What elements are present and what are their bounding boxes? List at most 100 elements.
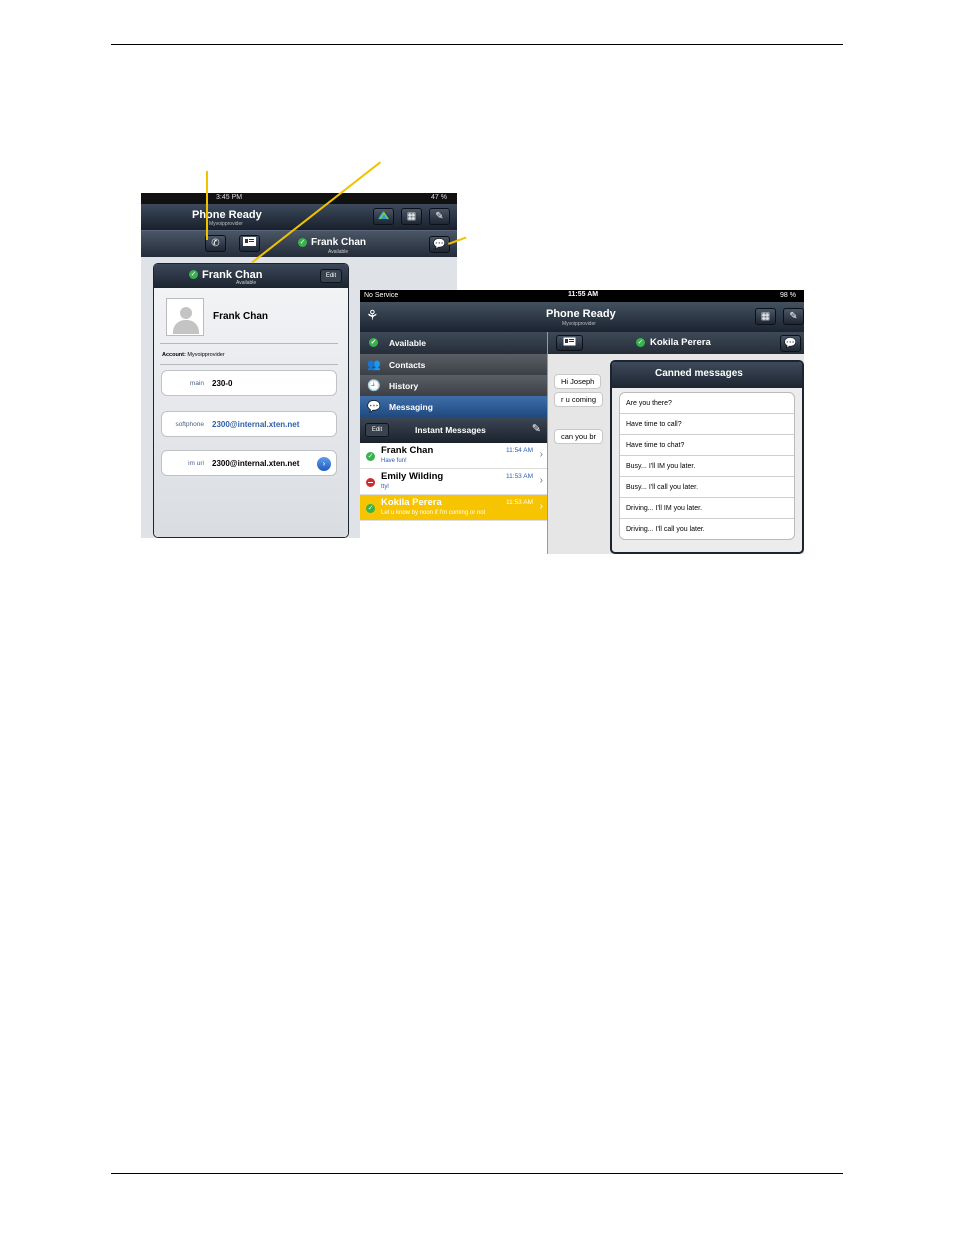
chevron-right-icon: › xyxy=(539,501,543,512)
status-battery: 47 % xyxy=(431,194,447,201)
message-preview: Have fun! xyxy=(381,458,407,464)
chat-bubble: can you br xyxy=(554,429,604,444)
account-label: Account: xyxy=(162,352,186,358)
left-pane: ✓ Available 👥 Contacts 🕘 History 💬 Messa… xyxy=(360,332,548,554)
message-sender: Frank Chan xyxy=(381,445,434,456)
edit-button[interactable]: Edit xyxy=(365,423,389,437)
keypad-icon: ▦ xyxy=(406,211,417,222)
contact-name: Frank Chan xyxy=(311,237,367,248)
app-title: Phone Ready xyxy=(546,308,616,320)
right-screenshot: No Service 11:55 AM 98 % ⚘ Phone Ready M… xyxy=(360,290,804,554)
contact-popover: ✓ Frank Chan Available Edit Frank Chan A… xyxy=(153,263,349,538)
main-number-field[interactable]: main 230-0 xyxy=(161,370,337,396)
divider xyxy=(160,343,338,344)
canned-item[interactable]: Are you there? xyxy=(620,393,794,414)
wrench-icon: ✎ xyxy=(789,311,798,322)
people-icon: 👥 xyxy=(367,359,381,371)
dialpad-button[interactable]: ▦ xyxy=(401,208,422,225)
status-battery: 98 % xyxy=(780,292,796,299)
nav-label: History xyxy=(389,381,419,391)
canned-header: Canned messages xyxy=(612,362,802,388)
chat-contact-name: Kokila Perera xyxy=(650,337,711,348)
canned-item[interactable]: Have time to chat? xyxy=(620,435,794,456)
contact-card-button[interactable] xyxy=(556,335,583,351)
chat-bar: ✓ Kokila Perera 💬 xyxy=(548,332,804,354)
message-sender: Kokila Perera xyxy=(381,497,442,508)
status-time: 11:55 AM xyxy=(568,291,599,298)
canned-messages-button[interactable]: 💬 xyxy=(780,335,801,352)
edit-button[interactable]: Edit xyxy=(320,269,342,283)
chat-bubbles-icon: 💬 xyxy=(367,401,381,413)
list-item-selected[interactable]: ✓ Kokila Perera 11:53 AM Let u know by n… xyxy=(360,495,547,521)
message-preview: Let u know by noon if I'm coming or not xyxy=(381,510,486,516)
presence-icon-button[interactable] xyxy=(373,208,394,225)
softphone-field[interactable]: softphone 2300@internal.xten.net xyxy=(161,411,337,437)
message-time: 11:53 AM xyxy=(506,473,533,480)
account-value: Myvoipprovider xyxy=(187,352,225,358)
nav-bar: ⚘ Phone Ready Myvoipprovider ▦ ✎ xyxy=(360,302,804,332)
status-bar: No Service 11:55 AM 98 % xyxy=(360,290,804,302)
canned-item[interactable]: Driving... I'll call you later. xyxy=(620,519,794,539)
wrench-icon: ✎ xyxy=(435,211,444,222)
busy-status-icon xyxy=(366,478,375,487)
chat-bubble: r u coming xyxy=(554,392,604,407)
disclosure-icon[interactable]: › xyxy=(317,457,331,471)
status-time: 3:45 PM xyxy=(216,194,243,201)
callout-line-call xyxy=(206,171,208,240)
canned-item[interactable]: Busy... I'll call you later. xyxy=(620,477,794,498)
dialpad-button[interactable]: ▦ xyxy=(755,308,776,325)
canned-item[interactable]: Have time to call? xyxy=(620,414,794,435)
compose-icon[interactable]: ✎ xyxy=(532,422,541,435)
keypad-icon: ▦ xyxy=(760,311,771,322)
chevron-right-icon: › xyxy=(539,475,543,486)
field-label: main xyxy=(189,380,204,387)
app-subtitle: Myvoipprovider xyxy=(209,221,243,227)
available-status-icon: ✓ xyxy=(366,452,375,461)
presence-row[interactable]: ✓ Available xyxy=(360,332,547,354)
account-line: Account: Myvoipprovider xyxy=(162,352,225,358)
avatar xyxy=(166,298,204,336)
canned-item[interactable]: Driving... I'll IM you later. xyxy=(620,498,794,519)
contact-toolbar: ✆ ✓ Frank Chan Available 💬 xyxy=(141,230,457,257)
available-status-icon: ✓ xyxy=(369,338,378,347)
available-status-icon: ✓ xyxy=(366,504,375,513)
contact-card-icon xyxy=(563,337,576,346)
canned-list: Are you there? Have time to call? Have t… xyxy=(619,392,795,540)
list-item[interactable]: Emily Wilding 11:53 AM ttyl › xyxy=(360,469,547,495)
popover-body: Frank Chan Account: Myvoipprovider main … xyxy=(154,288,348,537)
field-value: 2300@internal.xten.net xyxy=(212,420,300,429)
field-label: im uri xyxy=(188,460,204,467)
available-status-icon: ✓ xyxy=(636,338,645,347)
message-time: 11:53 AM xyxy=(506,499,533,506)
nav-item-messaging[interactable]: 💬 Messaging xyxy=(360,396,547,417)
chevron-right-icon: › xyxy=(539,449,543,460)
canned-title: Canned messages xyxy=(655,368,743,379)
contact-card-button[interactable] xyxy=(239,235,260,252)
call-button[interactable]: ✆ xyxy=(205,235,226,252)
nav-item-contacts[interactable]: 👥 Contacts xyxy=(360,354,547,375)
contact-card-icon xyxy=(243,237,256,246)
divider xyxy=(160,364,338,365)
available-status-icon: ✓ xyxy=(298,238,307,247)
available-status-icon: ✓ xyxy=(189,270,198,279)
popover-contact-status: Available xyxy=(236,280,257,286)
canned-messages-button[interactable]: 💬 xyxy=(429,236,450,253)
field-label: softphone xyxy=(175,421,204,428)
speech-bubble-icon: 💬 xyxy=(784,338,797,349)
presence-label: Available xyxy=(389,338,427,348)
settings-button[interactable]: ✎ xyxy=(783,308,804,325)
list-item[interactable]: ✓ Frank Chan 11:54 AM Have fun! › xyxy=(360,443,547,469)
card-contact-name: Frank Chan xyxy=(213,311,269,322)
settings-button[interactable]: ✎ xyxy=(429,208,450,225)
canned-item[interactable]: Busy... I'll IM you later. xyxy=(620,456,794,477)
popover-header: ✓ Frank Chan Available Edit xyxy=(154,264,348,288)
message-time: 11:54 AM xyxy=(506,447,533,454)
status-carrier: No Service xyxy=(364,292,399,299)
instant-messages-bar: Edit Instant Messages ✎ xyxy=(360,417,547,443)
instant-messages-title: Instant Messages xyxy=(415,425,486,435)
im-uri-field[interactable]: im uri 2300@internal.xten.net › xyxy=(161,450,337,476)
app-title: Phone Ready xyxy=(192,209,262,221)
nav-item-history[interactable]: 🕘 History xyxy=(360,375,547,396)
page-top-rule xyxy=(111,44,843,45)
app-logo-icon[interactable]: ⚘ xyxy=(366,307,379,324)
